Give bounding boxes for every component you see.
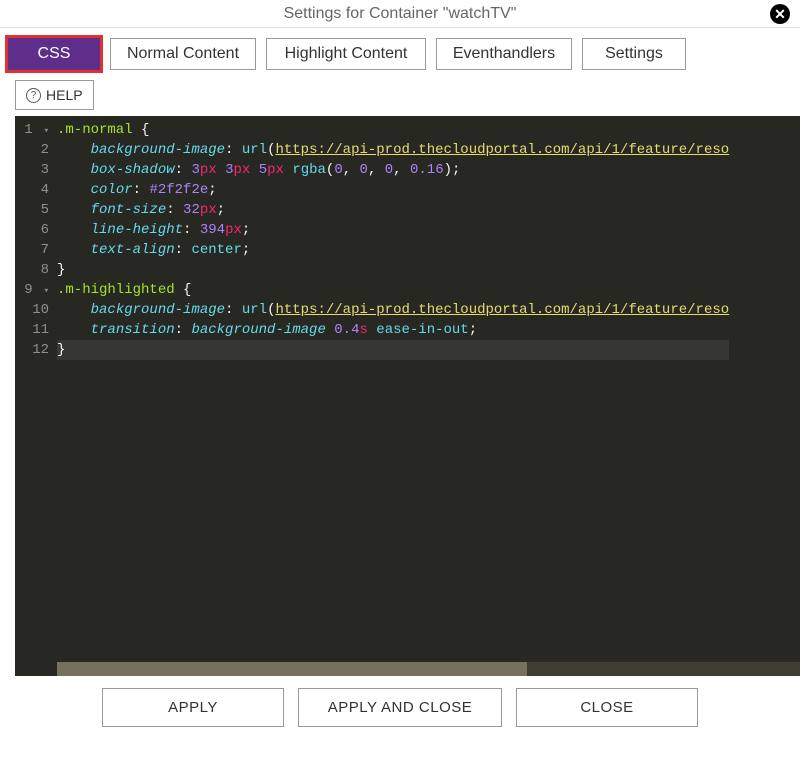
code-line[interactable]: background-image: url(https://api-prod.t…	[57, 140, 729, 160]
code-editor[interactable]: 1 ▾23456789 ▾101112 .m-normal { backgrou…	[15, 116, 800, 676]
editor-gutter: 1 ▾23456789 ▾101112	[15, 116, 57, 676]
scrollbar-thumb[interactable]	[57, 662, 527, 676]
line-number: 7	[15, 240, 49, 260]
dialog-footer: APPLY APPLY AND CLOSE CLOSE	[0, 676, 800, 739]
tab-css[interactable]: CSS	[8, 38, 100, 70]
line-number: 2	[15, 140, 49, 160]
dialog-header: Settings for Container "watchTV" ✕	[0, 0, 800, 28]
code-line[interactable]: .m-normal {	[57, 120, 729, 140]
horizontal-scrollbar[interactable]	[57, 662, 800, 676]
help-label: HELP	[46, 87, 83, 103]
help-button[interactable]: ? HELP	[15, 80, 94, 110]
tab-settings[interactable]: Settings	[582, 38, 686, 70]
line-number: 4	[15, 180, 49, 200]
code-line[interactable]: transition: background-image 0.4s ease-i…	[57, 320, 729, 340]
apply-and-close-button[interactable]: APPLY AND CLOSE	[298, 688, 502, 727]
editor-code[interactable]: .m-normal { background-image: url(https:…	[57, 120, 729, 360]
code-line[interactable]: }	[57, 340, 729, 360]
code-line[interactable]: text-align: center;	[57, 240, 729, 260]
line-number: 10	[15, 300, 49, 320]
tab-normal-content[interactable]: Normal Content	[110, 38, 256, 70]
code-line[interactable]: }	[57, 260, 729, 280]
line-number: 8	[15, 260, 49, 280]
tab-highlight-content[interactable]: Highlight Content	[266, 38, 426, 70]
line-number: 6	[15, 220, 49, 240]
line-number: 3	[15, 160, 49, 180]
apply-button[interactable]: APPLY	[102, 688, 284, 727]
help-row: ? HELP	[0, 78, 800, 116]
help-icon: ?	[26, 88, 41, 103]
close-button[interactable]: CLOSE	[516, 688, 698, 727]
line-number: 9 ▾	[15, 280, 49, 300]
code-line[interactable]: box-shadow: 3px 3px 5px rgba(0, 0, 0, 0.…	[57, 160, 729, 180]
line-number: 1 ▾	[15, 120, 49, 140]
dialog-title: Settings for Container "watchTV"	[284, 5, 517, 23]
line-number: 5	[15, 200, 49, 220]
code-line[interactable]: background-image: url(https://api-prod.t…	[57, 300, 729, 320]
tab-eventhandlers[interactable]: Eventhandlers	[436, 38, 572, 70]
code-line[interactable]: line-height: 394px;	[57, 220, 729, 240]
line-number: 11	[15, 320, 49, 340]
line-number: 12	[15, 340, 49, 360]
close-icon[interactable]: ✕	[770, 4, 790, 24]
tab-bar: CSS Normal Content Highlight Content Eve…	[0, 28, 800, 78]
code-line[interactable]: font-size: 32px;	[57, 200, 729, 220]
code-line[interactable]: .m-highlighted {	[57, 280, 729, 300]
code-line[interactable]: color: #2f2f2e;	[57, 180, 729, 200]
